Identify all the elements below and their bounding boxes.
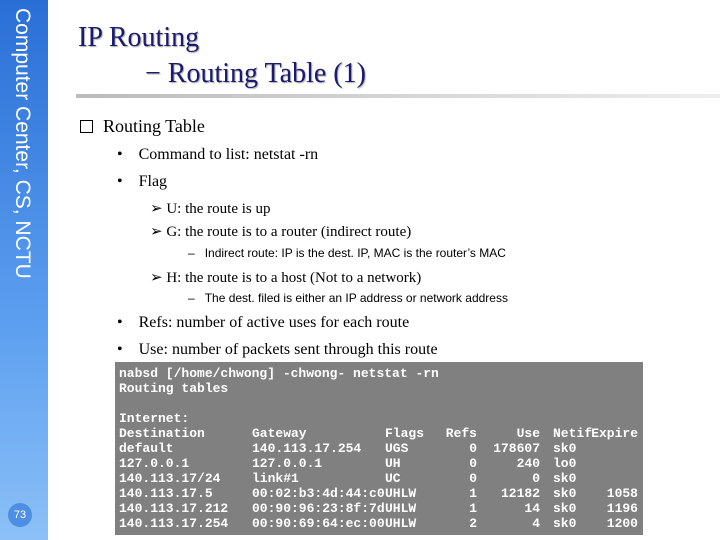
cell-use: 4: [532, 516, 540, 531]
cell-expire: 1196: [606, 501, 638, 516]
cell-expire: 1200: [606, 516, 638, 531]
cell-flags: UHLW: [385, 516, 417, 531]
cell-gateway: 127.0.0.1: [252, 456, 323, 471]
cell-flags: UHLW: [385, 501, 417, 516]
sidebar: Computer Center, CS, NCTU 73: [0, 0, 48, 540]
sidebar-label: Computer Center, CS, NCTU: [11, 8, 34, 279]
cell-netif: sk0: [553, 441, 577, 456]
flag-h: H: the route is to a host (Not to a netw…: [166, 270, 422, 286]
cell-refs: 2: [469, 516, 477, 531]
arrow-bullet-icon: ➢: [150, 224, 167, 240]
cell-expire: 1058: [606, 486, 638, 501]
flag-u: U: the route is up: [166, 201, 271, 217]
header-gateway: Gateway: [252, 426, 307, 441]
cell-use: 12182: [500, 486, 540, 501]
checkbox-bullet-icon: [80, 120, 93, 133]
title-line-2: − Routing Table (1): [145, 58, 366, 89]
cell-destination: 140.113.17.5: [119, 486, 213, 501]
heading: Routing Table: [103, 116, 205, 136]
flag-g: G: the route is to a router (indirect ro…: [166, 224, 412, 240]
cell-flags: UHLW: [385, 486, 417, 501]
arrow-bullet-icon: ➢: [150, 201, 167, 217]
header-netif: Netif: [553, 426, 593, 441]
header-refs: Refs: [445, 426, 477, 441]
terminal-prompt: nabsd [/home/chwong] -chwong- netstat -r…: [119, 366, 439, 381]
flag-h-note: The dest. filed is either an IP address …: [204, 291, 508, 305]
page-number: 73: [8, 503, 32, 527]
cell-refs: 1: [469, 486, 477, 501]
cell-flags: UH: [385, 456, 401, 471]
cell-destination: 127.0.0.1: [119, 456, 190, 471]
cell-gateway: 00:90:96:23:8f:7d: [252, 501, 385, 516]
cell-netif: sk0: [553, 471, 577, 486]
cell-flags: UGS: [385, 441, 409, 456]
bullet-use: Use: number of packets sent through this…: [138, 341, 438, 358]
flag-g-note: Indirect route: IP is the dest. IP, MAC …: [204, 246, 506, 260]
title-divider: [76, 94, 720, 98]
arrow-bullet-icon: ➢: [150, 270, 167, 286]
cell-use: 0: [532, 471, 540, 486]
terminal-section: Internet:: [119, 411, 190, 426]
terminal-output: nabsd [/home/chwong] -chwong- netstat -r…: [115, 362, 643, 535]
cell-refs: 1: [469, 501, 477, 516]
cell-use: 240: [516, 456, 540, 471]
cell-netif: sk0: [553, 501, 577, 516]
bullet-command: Command to list: netstat -rn: [138, 146, 319, 163]
cell-destination: 140.113.17/24: [119, 471, 221, 486]
header-destination: Destination: [119, 426, 205, 441]
cell-gateway: 00:02:b3:4d:44:c0: [252, 486, 385, 501]
bullet-refs: Refs: number of active uses for each rou…: [138, 314, 410, 331]
cell-refs: 0: [469, 441, 477, 456]
cell-gateway: link#1: [252, 471, 299, 486]
cell-gateway: 00:90:69:64:ec:00: [252, 516, 385, 531]
bullet-flag: Flag: [138, 173, 168, 190]
title-line-1: IP Routing: [78, 22, 200, 53]
terminal-line: Routing tables: [119, 381, 229, 396]
cell-refs: 0: [469, 456, 477, 471]
header-flags: Flags: [385, 426, 425, 441]
cell-gateway: 140.113.17.254: [252, 441, 362, 456]
cell-refs: 0: [469, 471, 477, 486]
header-use: Use: [516, 426, 540, 441]
cell-destination: default: [119, 441, 174, 456]
header-expire: Expire: [591, 426, 638, 441]
cell-use: 14: [524, 501, 540, 516]
cell-destination: 140.113.17.212: [119, 501, 229, 516]
cell-flags: UC: [385, 471, 401, 486]
cell-netif: sk0: [553, 516, 577, 531]
cell-destination: 140.113.17.254: [119, 516, 229, 531]
cell-netif: sk0: [553, 486, 577, 501]
cell-use: 178607: [493, 441, 540, 456]
cell-netif: lo0: [553, 456, 577, 471]
